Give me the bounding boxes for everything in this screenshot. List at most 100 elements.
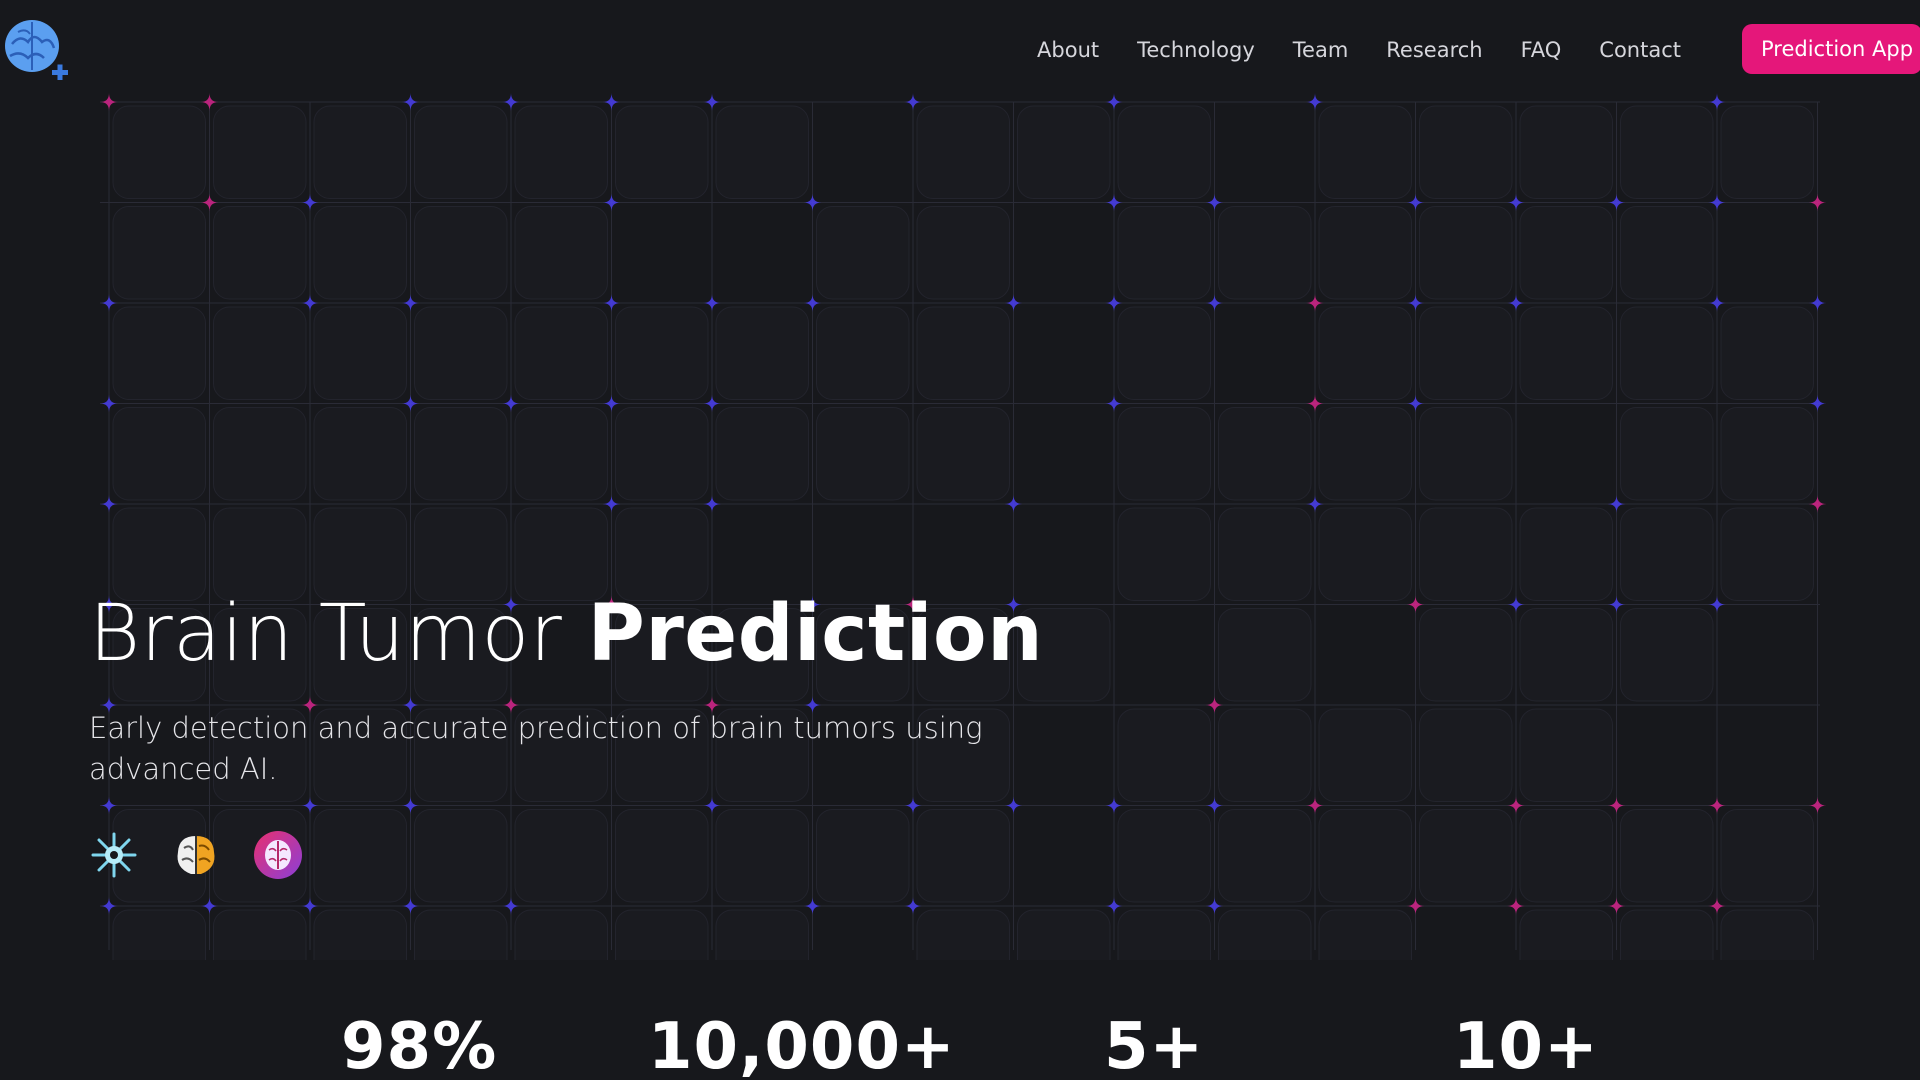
grid-mark <box>1205 193 1224 212</box>
hero-icon-row <box>89 830 1049 880</box>
grid-mark <box>514 206 608 300</box>
grid-mark <box>1117 105 1211 199</box>
grid-mark <box>1607 495 1626 513</box>
grid-mark <box>916 407 1010 501</box>
grid-mark <box>1507 897 1525 915</box>
grid-mark <box>1004 495 1023 513</box>
grid-mark <box>1620 105 1714 199</box>
grid-mark <box>1720 909 1814 960</box>
grid-mark <box>401 897 420 915</box>
grid-mark <box>200 897 219 915</box>
grid-mark <box>1708 294 1726 312</box>
grid-mark <box>1105 897 1123 915</box>
grid-mark <box>1117 206 1211 300</box>
grid-mark <box>213 909 307 960</box>
grid-mark <box>414 105 508 199</box>
grid-mark <box>313 507 407 601</box>
grid-mark <box>1318 407 1412 501</box>
brain-circle-icon <box>253 830 303 880</box>
hero-title-bold: Prediction <box>587 589 1044 679</box>
grid-mark <box>1808 394 1827 413</box>
grid-mark <box>1620 608 1714 702</box>
stat-types: 5+ <box>1104 1010 1205 1080</box>
grid-mark <box>602 193 621 212</box>
grid-mark <box>1607 796 1626 815</box>
grid-mark <box>1419 608 1513 702</box>
grid-mark <box>414 909 508 960</box>
nav-research[interactable]: Research <box>1367 30 1501 70</box>
grid-mark <box>803 897 822 915</box>
grid-mark <box>112 407 206 501</box>
brain-plus-icon[interactable] <box>2 14 70 81</box>
grid-mark <box>615 507 709 601</box>
grid-mark <box>1004 294 1023 312</box>
grid-mark <box>514 105 608 199</box>
grid-mark <box>1117 407 1211 501</box>
grid-mark <box>1406 595 1425 614</box>
grid-mark <box>313 206 407 300</box>
grid-mark <box>100 294 118 312</box>
grid-mark <box>703 294 721 312</box>
stats-row: 98% 10,000+ 5+ 10+ <box>0 1010 1920 1080</box>
grid-mark <box>703 394 721 413</box>
grid-mark <box>514 306 608 400</box>
grid-mark <box>1808 294 1827 312</box>
grid-mark <box>1318 507 1412 601</box>
grid-mark <box>1406 193 1425 212</box>
grid-mark <box>1419 507 1513 601</box>
grid-mark <box>1406 294 1425 312</box>
nav-contact[interactable]: Contact <box>1580 30 1700 70</box>
nav-about[interactable]: About <box>1018 30 1118 70</box>
nav-technology[interactable]: Technology <box>1118 30 1274 70</box>
grid-mark <box>313 909 407 960</box>
prediction-app-button[interactable]: Prediction App <box>1742 24 1920 74</box>
grid-mark <box>1419 105 1513 199</box>
grid-mark <box>615 105 709 199</box>
grid-mark <box>213 105 307 199</box>
grid-mark <box>200 193 219 212</box>
grid-mark <box>414 407 508 501</box>
stat-accuracy: 98% <box>341 1010 498 1080</box>
grid-mark <box>1708 796 1726 815</box>
grid-mark <box>615 407 709 501</box>
grid-mark <box>100 495 118 513</box>
grid-mark <box>816 206 910 300</box>
grid-mark <box>1708 897 1726 915</box>
grid-mark <box>1519 507 1613 601</box>
hero-subtitle: Early detection and accurate prediction … <box>89 710 983 786</box>
nav-team[interactable]: Team <box>1274 30 1368 70</box>
grid-mark <box>1205 696 1224 714</box>
grid-mark <box>313 306 407 400</box>
grid-mark <box>514 507 608 601</box>
grid-mark <box>1419 407 1513 501</box>
grid-mark <box>816 407 910 501</box>
grid-mark <box>1218 407 1312 501</box>
grid-mark <box>1620 809 1714 903</box>
grid-mark <box>602 495 621 513</box>
grid-mark <box>602 394 621 413</box>
grid-mark <box>916 206 1010 300</box>
grid-mark <box>1117 507 1211 601</box>
hero-title: Brain Tumor Prediction <box>89 589 1049 679</box>
grid-mark <box>1306 394 1324 413</box>
grid-mark <box>100 897 118 915</box>
grid-mark <box>1720 809 1814 903</box>
grid-mark <box>213 306 307 400</box>
grid-mark <box>1519 105 1613 199</box>
nav-faq[interactable]: FAQ <box>1502 30 1581 70</box>
grid-mark <box>514 407 608 501</box>
grid-mark <box>1105 796 1123 815</box>
grid-mark <box>1519 608 1613 702</box>
grid-mark <box>1808 193 1827 212</box>
grid-mark <box>1607 897 1626 915</box>
grid-mark <box>1406 394 1425 413</box>
grid-mark <box>615 306 709 400</box>
grid-mark <box>1720 105 1814 199</box>
grid-mark <box>100 394 118 413</box>
grid-mark <box>803 193 822 212</box>
grid-mark <box>301 294 319 312</box>
grid-mark <box>715 407 809 501</box>
grid-mark <box>1218 507 1312 601</box>
grid-mark <box>904 897 922 915</box>
grid-mark <box>1419 708 1513 802</box>
